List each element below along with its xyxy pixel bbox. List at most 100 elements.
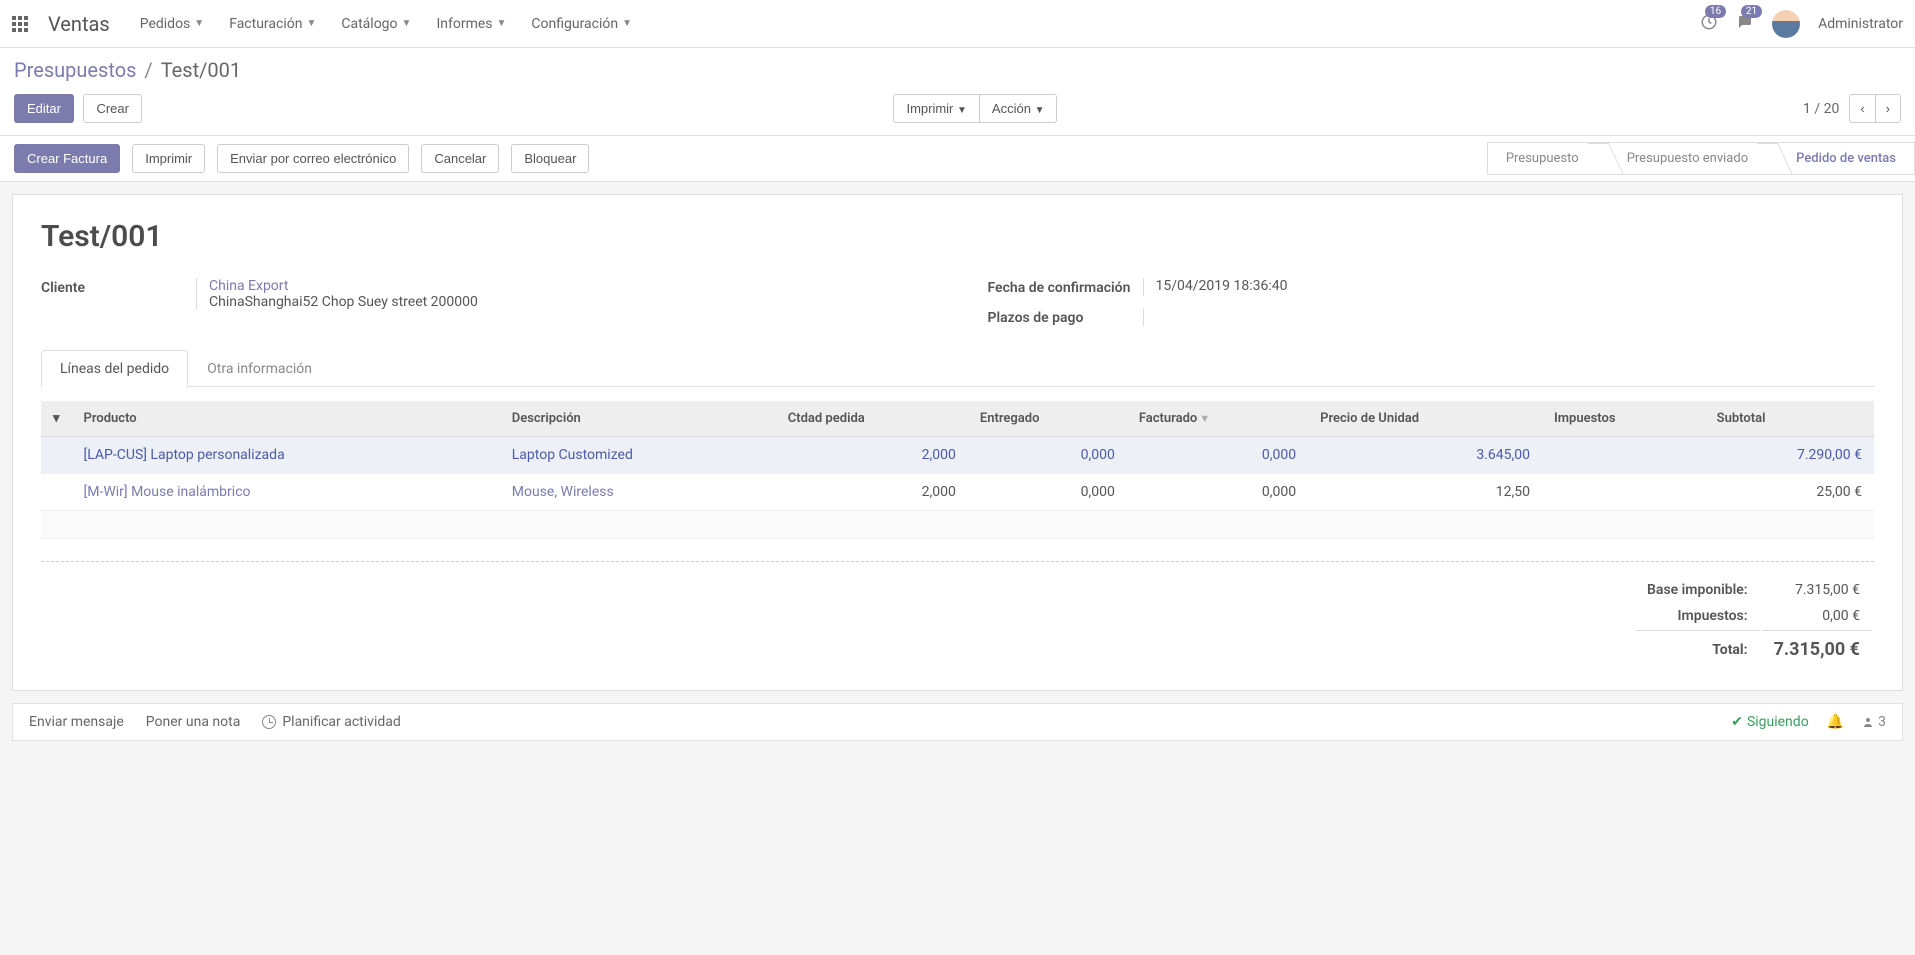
value-cliente: China Export ChinaShanghai52 Chop Suey s… [196,278,928,310]
caret-down-icon: ▼ [957,105,967,116]
activities-icon[interactable]: 16 [1700,13,1718,35]
log-note-link[interactable]: Poner una nota [146,714,241,730]
col-descripcion[interactable]: Descripción [500,401,776,437]
nav-facturacion[interactable]: Facturación▼ [229,16,316,32]
value-base-imponible: 7.315,00 € [1762,578,1872,602]
nav-configuracion[interactable]: Configuración▼ [531,16,632,32]
avatar[interactable] [1772,10,1800,38]
control-panel: Presupuestos / Test/001 Editar Crear Imp… [0,48,1915,136]
cell-subtotal: 25,00 € [1705,474,1874,511]
edit-button[interactable]: Editar [14,94,74,123]
caret-down-icon: ▼ [497,18,507,29]
nav-informes[interactable]: Informes▼ [436,16,506,32]
pager-next[interactable]: › [1876,94,1901,123]
caret-down-icon: ▼ [194,18,204,29]
label-fecha-confirmacion: Fecha de confirmación [988,278,1143,296]
send-email-button[interactable]: Enviar por correo electrónico [217,144,409,173]
caret-down-icon: ▼ [306,18,316,29]
cell-impuestos [1542,474,1705,511]
label-base-imponible: Base imponible: [1635,578,1760,602]
clock-icon [262,715,276,729]
col-producto[interactable]: Producto [72,401,500,437]
caret-down-icon: ▼ [402,18,412,29]
nav-pedidos[interactable]: Pedidos▼ [140,16,204,32]
status-presupuesto-enviado[interactable]: Presupuesto enviado [1599,142,1768,175]
check-icon: ✔ [1731,714,1743,730]
cell-precio-unidad: 12,50 [1308,474,1542,511]
value-impuestos-total: 0,00 € [1762,604,1872,628]
app-name[interactable]: Ventas [48,12,110,36]
empty-row [41,511,1874,539]
label-total: Total: [1635,630,1760,664]
cell-facturado: 0,000 [1127,474,1308,511]
form-sheet: Test/001 Cliente China Export ChinaShang… [12,194,1903,691]
cell-descripcion[interactable]: Laptop Customized [512,447,633,463]
table-row[interactable]: [M-Wir] Mouse inalámbrico Mouse, Wireles… [41,474,1874,511]
label-cliente: Cliente [41,278,196,310]
pager-text[interactable]: 1 / 20 [1803,101,1839,117]
value-total: 7.315,00 € [1762,630,1872,664]
cliente-address: ChinaShanghai52 Chop Suey street 200000 [209,294,478,310]
col-precio-unidad[interactable]: Precio de Unidad [1308,401,1542,437]
create-button[interactable]: Crear [83,94,142,123]
messages-icon[interactable]: 21 [1736,13,1754,35]
cancel-button[interactable]: Cancelar [421,144,499,173]
topbar: Ventas Pedidos▼ Facturación▼ Catálogo▼ I… [0,0,1915,48]
chatter: Enviar mensaje Poner una nota Planificar… [12,703,1903,741]
print-button[interactable]: Imprimir [132,144,205,173]
label-impuestos-total: Impuestos: [1635,604,1760,628]
value-plazos-pago [1143,308,1875,326]
status-presupuesto[interactable]: Presupuesto [1487,142,1599,175]
cell-precio-unidad: 3.645,00 [1308,437,1542,474]
create-invoice-button[interactable]: Crear Factura [14,144,120,173]
messages-badge: 21 [1741,5,1762,18]
breadcrumb: Presupuestos / Test/001 [14,58,1901,82]
col-ctdad-pedida[interactable]: Ctdad pedida [776,401,968,437]
schedule-activity-link[interactable]: Planificar actividad [262,714,400,730]
bell-icon[interactable]: 🔔 [1827,714,1844,730]
followers-count[interactable]: 3 [1862,714,1886,730]
col-subtotal[interactable]: Subtotal [1705,401,1874,437]
record-title: Test/001 [41,219,1874,254]
sort-desc-icon: ▼ [1199,412,1210,425]
col-impuestos[interactable]: Impuestos [1542,401,1705,437]
breadcrumb-sep: / [144,58,152,82]
cell-entregado: 0,000 [968,437,1127,474]
cell-producto[interactable]: [LAP-CUS] Laptop personalizada [84,447,285,463]
action-dropdown[interactable]: Acción ▼ [980,94,1058,123]
table-row[interactable]: [LAP-CUS] Laptop personalizada Laptop Cu… [41,437,1874,474]
send-message-link[interactable]: Enviar mensaje [29,714,124,730]
cell-producto[interactable]: [M-Wir] Mouse inalámbrico [84,484,251,500]
following-button[interactable]: ✔Siguiendo [1731,714,1808,730]
lock-button[interactable]: Bloquear [511,144,589,173]
pager-prev[interactable]: ‹ [1849,94,1875,123]
activities-badge: 16 [1705,5,1726,18]
cell-ctdad-pedida: 2,000 [776,474,968,511]
tab-otra-informacion[interactable]: Otra información [188,350,331,387]
cell-descripcion[interactable]: Mouse, Wireless [512,484,614,500]
label-plazos-pago: Plazos de pago [988,308,1143,326]
tab-lineas-pedido[interactable]: Líneas del pedido [41,350,188,387]
print-dropdown[interactable]: Imprimir ▼ [893,94,979,123]
cell-facturado: 0,000 [1127,437,1308,474]
col-menu[interactable]: ▾ [41,401,72,437]
cell-ctdad-pedida: 2,000 [776,437,968,474]
cell-subtotal: 7.290,00 € [1705,437,1874,474]
nav-catalogo[interactable]: Catálogo▼ [341,16,411,32]
tabs: Líneas del pedido Otra información [41,350,1874,387]
col-facturado[interactable]: Facturado▼ [1127,401,1308,437]
caret-down-icon: ▼ [1035,105,1045,116]
order-lines-table: ▾ Producto Descripción Ctdad pedida Entr… [41,401,1874,539]
status-steps: Presupuesto Presupuesto enviado Pedido d… [1487,142,1915,175]
cell-entregado: 0,000 [968,474,1127,511]
person-icon [1862,716,1874,728]
totals: Base imponible: 7.315,00 € Impuestos: 0,… [41,561,1874,666]
breadcrumb-current: Test/001 [161,58,241,82]
apps-icon[interactable] [12,16,28,32]
cliente-link[interactable]: China Export [209,278,288,294]
breadcrumb-root[interactable]: Presupuestos [14,58,136,82]
caret-down-icon: ▼ [622,18,632,29]
col-entregado[interactable]: Entregado [968,401,1127,437]
user-name[interactable]: Administrator [1818,16,1903,32]
value-fecha-confirmacion: 15/04/2019 18:36:40 [1143,278,1875,296]
